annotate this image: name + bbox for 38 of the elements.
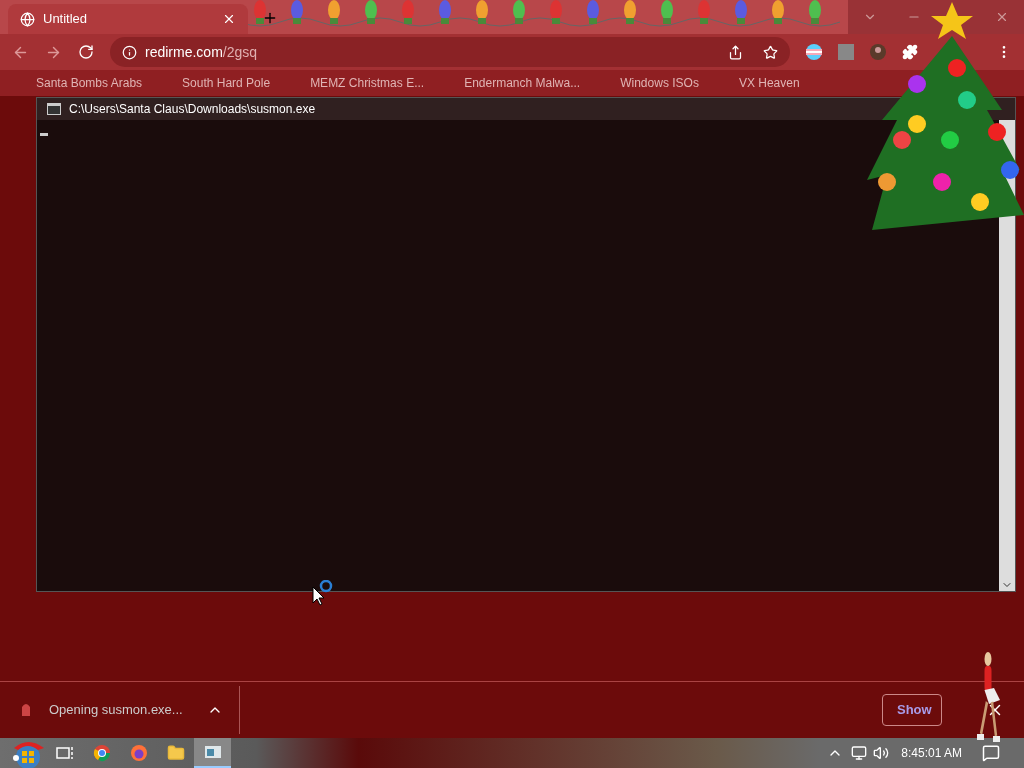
task-view-icon[interactable] — [55, 745, 74, 761]
tab-title: Untitled — [43, 10, 89, 29]
folder-icon[interactable] — [166, 744, 185, 762]
clock[interactable]: 8:45:01 AM — [901, 744, 962, 762]
browser-tab[interactable]: Untitled — [8, 4, 248, 34]
bookmark-star-icon[interactable] — [763, 44, 778, 60]
avatar-icon[interactable] — [870, 44, 886, 60]
info-icon — [122, 44, 137, 60]
console-app-icon — [47, 103, 61, 115]
bookmark-item[interactable]: Windows ISOs — [620, 74, 699, 92]
extension-tile-icon[interactable] — [838, 44, 854, 60]
file-icon — [20, 703, 32, 717]
firefox-icon[interactable] — [129, 744, 148, 762]
bookmark-item[interactable]: MEMZ Christmas E... — [310, 74, 425, 92]
close-tab-icon[interactable] — [222, 12, 236, 26]
bookmark-item[interactable]: VX Heaven — [738, 74, 800, 92]
notifications-icon[interactable] — [982, 744, 1000, 762]
extensions-icon[interactable] — [902, 44, 918, 60]
console-title: C:\Users\Santa Claus\Downloads\susmon.exe — [69, 101, 316, 118]
download-item-text[interactable]: Opening susmon.exe... — [49, 700, 183, 720]
text-cursor — [40, 133, 48, 136]
striped-extension-icon[interactable] — [806, 44, 822, 60]
network-icon[interactable] — [851, 745, 868, 761]
taskbar-app[interactable] — [194, 738, 231, 768]
reload-icon[interactable] — [78, 44, 94, 60]
bookmark-item[interactable]: Santa Bombs Arabs — [36, 74, 143, 92]
new-tab-icon[interactable] — [262, 10, 278, 26]
close-window-icon[interactable] — [995, 10, 1009, 24]
show-all-button[interactable]: Show — [882, 694, 942, 726]
address-bar[interactable]: redirme.com/2gsq — [110, 37, 790, 67]
globe-icon — [20, 11, 35, 27]
volume-icon[interactable] — [873, 745, 890, 761]
bookmark-item[interactable]: South Hard Pole — [182, 74, 271, 92]
share-icon[interactable] — [728, 44, 743, 60]
chrome-icon[interactable] — [92, 744, 111, 762]
bookmark-item[interactable]: Endermanch Malwa... — [464, 74, 581, 92]
url-text: redirme.com/2gsq — [145, 42, 259, 62]
console-window-icon[interactable] — [203, 745, 222, 759]
